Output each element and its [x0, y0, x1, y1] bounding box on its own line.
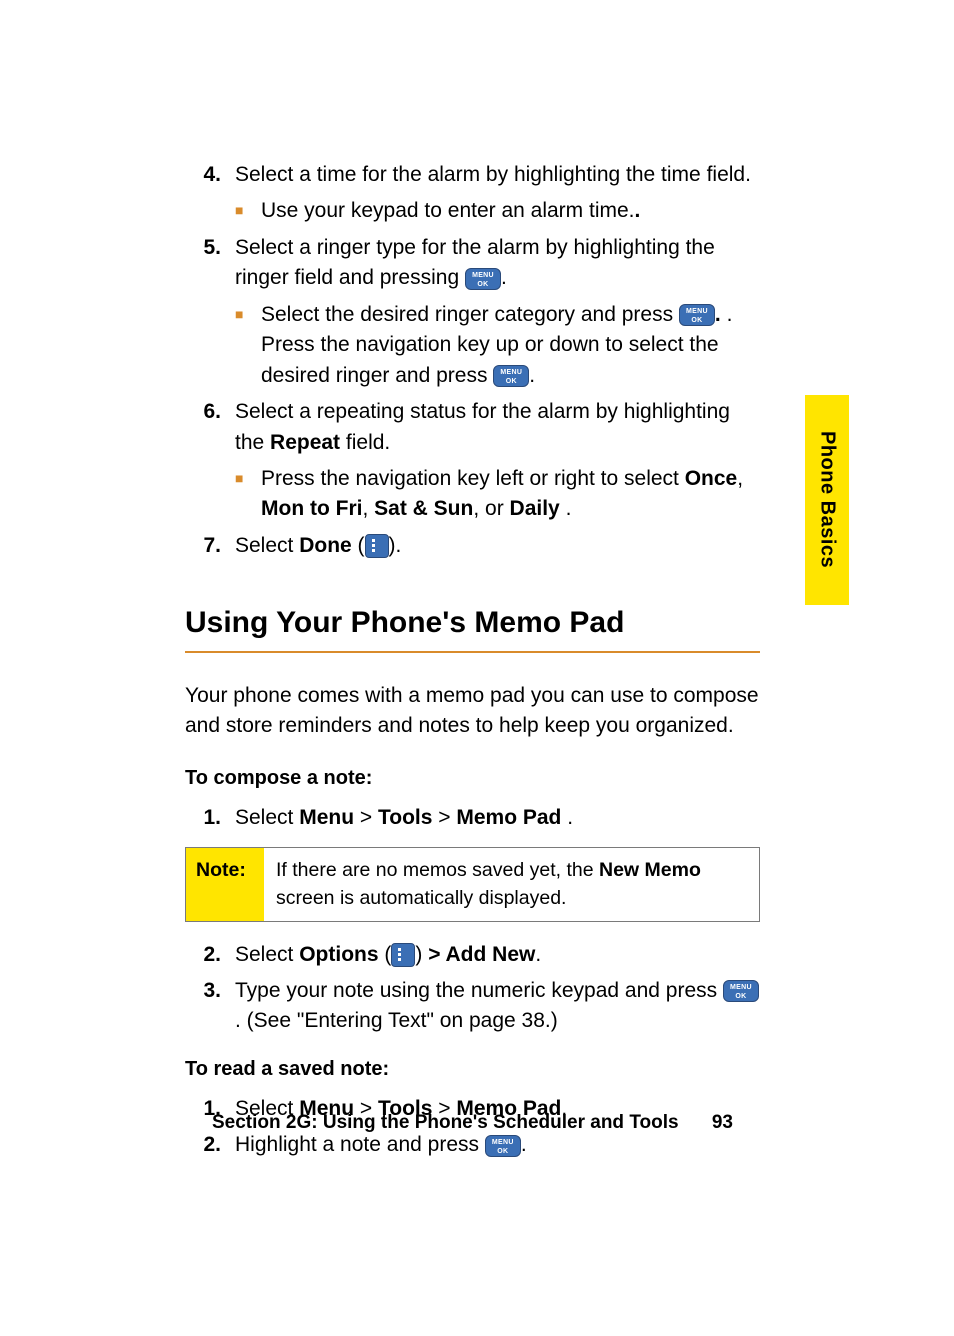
compose-step-3: 3. Type your note using the numeric keyp… [185, 976, 760, 1037]
note-label: Note: [186, 848, 264, 921]
step-sub-text: Press the navigation key left or right t… [261, 464, 760, 525]
step-sub-text: Select the desired ringer category and p… [261, 300, 760, 391]
bullet-icon: ■ [235, 300, 261, 391]
heading-rule [185, 651, 760, 653]
softkey-icon [391, 943, 415, 967]
step-text: Select a repeating status for the alarm … [235, 397, 760, 458]
menu-ok-key-icon [723, 980, 759, 1002]
step-text: Select Done (). [235, 531, 760, 561]
footer-section: Section 2G: Using the Phone's Scheduler … [212, 1112, 679, 1133]
footer-page-number: 93 [712, 1112, 733, 1133]
step-text: Select a ringer type for the alarm by hi… [235, 233, 760, 294]
step-text: Type your note using the numeric keypad … [235, 976, 760, 1037]
step-5: 5. Select a ringer type for the alarm by… [185, 233, 760, 294]
manual-page: Phone Basics 4. Select a time for the al… [0, 0, 954, 1336]
bullet-icon: ■ [235, 464, 261, 525]
read-step-2: 2. Highlight a note and press . [185, 1130, 760, 1160]
compose-step-1: 1. Select Menu > Tools > Memo Pad . [185, 803, 760, 833]
section-tab: Phone Basics [805, 395, 849, 605]
step-4-sub: ■ Use your keypad to enter an alarm time… [235, 196, 760, 226]
step-5-sub: ■ Select the desired ringer category and… [235, 300, 760, 391]
compose-leadin: To compose a note: [185, 764, 760, 793]
compose-step-2: 2. Select Options () > Add New. [185, 940, 760, 970]
page-content: 4. Select a time for the alarm by highli… [185, 160, 760, 1167]
step-text: Select Options () > Add New. [235, 940, 760, 970]
step-number: 7. [185, 531, 235, 561]
step-text: Select Menu > Tools > Memo Pad . [235, 803, 760, 833]
section-tab-label: Phone Basics [816, 431, 839, 568]
menu-ok-key-icon [679, 304, 715, 326]
read-leadin: To read a saved note: [185, 1055, 760, 1084]
section-heading: Using Your Phone's Memo Pad [185, 601, 760, 645]
step-number: 4. [185, 160, 235, 190]
menu-ok-key-icon [485, 1135, 521, 1157]
menu-ok-key-icon [465, 268, 501, 290]
step-number: 3. [185, 976, 235, 1037]
bullet-icon: ■ [235, 196, 261, 226]
step-number: 5. [185, 233, 235, 294]
step-sub-text: Use your keypad to enter an alarm time.. [261, 196, 760, 226]
step-text: Select a time for the alarm by highlight… [235, 160, 760, 190]
step-6-sub: ■ Press the navigation key left or right… [235, 464, 760, 525]
step-number: 2. [185, 940, 235, 970]
step-text: Highlight a note and press . [235, 1130, 760, 1160]
step-number: 1. [185, 803, 235, 833]
step-6: 6. Select a repeating status for the ala… [185, 397, 760, 458]
softkey-icon [365, 534, 389, 558]
step-4: 4. Select a time for the alarm by highli… [185, 160, 760, 190]
page-footer: Section 2G: Using the Phone's Scheduler … [185, 1112, 760, 1134]
note-box: Note: If there are no memos saved yet, t… [185, 847, 760, 922]
note-text: If there are no memos saved yet, the New… [264, 848, 759, 921]
step-number: 2. [185, 1130, 235, 1160]
intro-paragraph: Your phone comes with a memo pad you can… [185, 681, 760, 742]
menu-ok-key-icon [493, 365, 529, 387]
step-7: 7. Select Done (). [185, 531, 760, 561]
step-number: 6. [185, 397, 235, 458]
